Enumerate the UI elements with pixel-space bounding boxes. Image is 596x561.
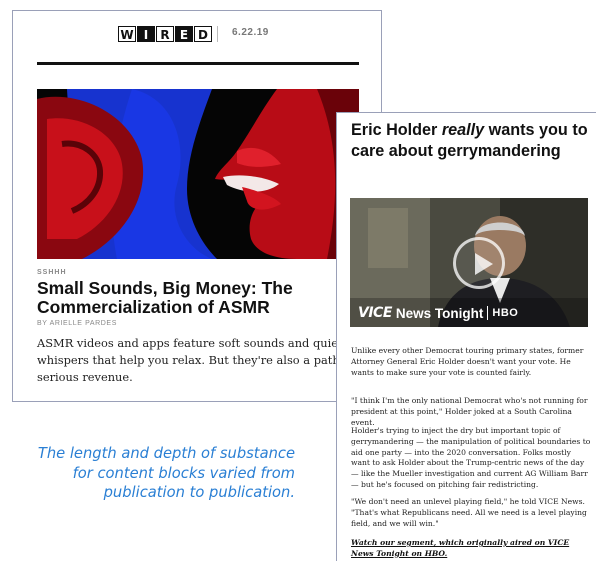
article-hero-image[interactable] bbox=[37, 89, 359, 259]
article-byline: BY ARIELLE PARDES bbox=[37, 320, 117, 327]
wired-logo-letter: W bbox=[118, 26, 136, 42]
wired-header: W I R E D 6.22.19 bbox=[13, 21, 381, 51]
play-icon[interactable] bbox=[453, 237, 505, 289]
brand-divider bbox=[487, 306, 489, 320]
asmr-lips-ear-illustration bbox=[37, 89, 359, 259]
wired-logo-letter: I bbox=[137, 26, 155, 42]
article-kicker: SSHHH bbox=[37, 269, 67, 276]
video-thumbnail[interactable]: VICE News Tonight HBO bbox=[350, 198, 588, 327]
wired-newsletter-card: W I R E D 6.22.19 SSHHH Small Sounds, Bi… bbox=[12, 10, 382, 402]
article-headline[interactable]: Small Sounds, Big Money: The Commerciali… bbox=[37, 279, 357, 317]
header-divider bbox=[217, 26, 218, 42]
wired-logo: W I R E D bbox=[118, 26, 212, 42]
vice-paragraph: Unlike every other Democrat touring prim… bbox=[351, 346, 584, 377]
wired-logo-letter: D bbox=[194, 26, 212, 42]
show-name: News Tonight bbox=[395, 305, 484, 321]
vice-newsletter-card: Eric Holder really wants you to care abo… bbox=[336, 112, 596, 561]
wired-logo-letter: R bbox=[156, 26, 174, 42]
watch-segment-link[interactable]: Watch our segment, which originally aire… bbox=[351, 538, 591, 560]
vice-headline[interactable]: Eric Holder really wants you to care abo… bbox=[351, 120, 591, 162]
vice-paragraph: Holder's trying to inject the dry but im… bbox=[351, 426, 591, 489]
vice-logo: VICE bbox=[358, 305, 392, 321]
article-summary: ASMR videos and apps feature soft sounds… bbox=[37, 336, 355, 384]
headline-text: Eric Holder bbox=[351, 121, 442, 139]
issue-date: 6.22.19 bbox=[232, 27, 269, 38]
wired-logo-letter: E bbox=[175, 26, 193, 42]
header-rule bbox=[37, 62, 359, 65]
network-logo: HBO bbox=[492, 307, 519, 319]
figure-caption: The length and depth of substance for co… bbox=[37, 445, 295, 501]
vice-paragraph: "I think I'm the only national Democrat … bbox=[351, 396, 588, 427]
vice-paragraph: "We don't need an unlevel playing field,… bbox=[351, 497, 587, 528]
video-brand-overlay: VICE News Tonight HBO bbox=[358, 305, 518, 321]
headline-emphasis: really bbox=[441, 121, 485, 139]
